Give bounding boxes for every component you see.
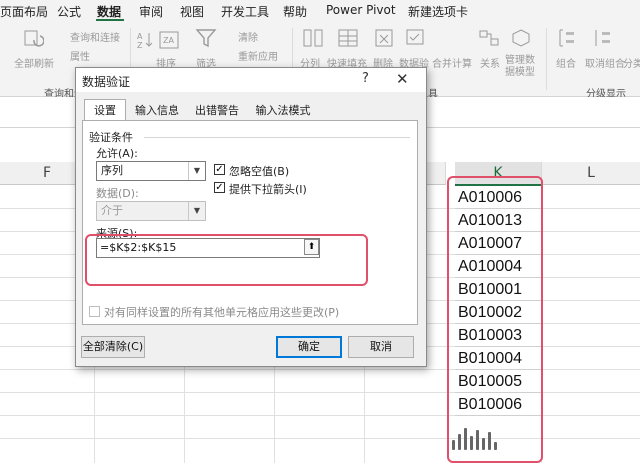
- tab-formulas[interactable]: 公式: [57, 3, 81, 20]
- svg-text:Z: Z: [137, 41, 143, 50]
- active-tab-indicator: [96, 19, 124, 21]
- data-validation-icon[interactable]: [405, 28, 427, 48]
- tab-input-message[interactable]: 输入信息: [127, 99, 187, 120]
- queries-connections-label[interactable]: 查询和连接: [70, 29, 120, 44]
- subtotal-label[interactable]: 分类汇: [623, 55, 640, 70]
- tab-data[interactable]: 数据: [97, 3, 121, 20]
- ignore-blank-checkbox[interactable]: ✓: [214, 164, 225, 175]
- sort-az-icon[interactable]: AZ: [135, 30, 157, 50]
- column-header-l[interactable]: L: [542, 162, 640, 185]
- svg-text:A: A: [137, 32, 143, 41]
- data-label: 数据(D):: [96, 187, 139, 200]
- help-button[interactable]: ?: [362, 71, 369, 86]
- gridline: [0, 415, 640, 416]
- tab-developer[interactable]: 开发工具: [221, 3, 269, 20]
- ungroup-label[interactable]: 取消组合: [585, 55, 625, 70]
- chevron-down-icon[interactable]: ▼: [188, 202, 205, 220]
- section-divider: [144, 137, 410, 138]
- apply-all-label: 对有同样设置的所有其他单元格应用这些更改(P): [104, 306, 340, 319]
- tab-review[interactable]: 审阅: [139, 3, 163, 20]
- clear-label[interactable]: 清除: [238, 29, 258, 44]
- highlight-box-source: [85, 234, 368, 286]
- data-model-label[interactable]: 管理数据模型: [505, 55, 541, 79]
- sort-icon[interactable]: ZA: [158, 30, 180, 50]
- ungroup-icon[interactable]: [592, 28, 614, 48]
- divider: [546, 28, 547, 90]
- ok-button[interactable]: 确定: [276, 336, 342, 358]
- relationships-icon[interactable]: [478, 28, 500, 48]
- ignore-blank-label: 忽略空值(B): [229, 165, 290, 178]
- close-button[interactable]: ✕: [396, 70, 409, 88]
- reapply-label[interactable]: 重新应用: [238, 48, 278, 63]
- tab-error-alert[interactable]: 出错警告: [187, 99, 247, 120]
- tab-power-pivot[interactable]: Power Pivot: [326, 3, 396, 17]
- ribbon-tab-bar: 页面布局 公式 数据 审阅 视图 开发工具 帮助 Power Pivot 新建选…: [0, 0, 640, 22]
- flash-fill-icon[interactable]: [337, 28, 359, 48]
- tab-ime-mode[interactable]: 输入法模式: [247, 99, 319, 120]
- dialog-title: 数据验证: [82, 75, 131, 89]
- allow-select[interactable]: 序列 ▼: [96, 161, 206, 181]
- tab-view[interactable]: 视图: [180, 3, 204, 20]
- gridline: [0, 369, 640, 370]
- dropdown-checkbox[interactable]: ✓: [214, 182, 225, 193]
- apply-all-checkbox[interactable]: [89, 306, 100, 317]
- allow-label: 允许(A):: [96, 147, 138, 160]
- relationships-label[interactable]: 关系: [480, 55, 500, 70]
- consolidate-label[interactable]: 合并计算: [432, 55, 472, 70]
- refresh-all-icon[interactable]: [22, 28, 44, 48]
- tab-settings[interactable]: 设置: [84, 99, 126, 121]
- svg-text:ZA: ZA: [163, 36, 174, 45]
- remove-duplicates-icon[interactable]: [373, 28, 395, 48]
- chevron-down-icon[interactable]: ▼: [188, 162, 205, 180]
- gridline: [0, 392, 640, 393]
- dropdown-label: 提供下拉箭头(I): [229, 183, 307, 196]
- group-label[interactable]: 组合: [556, 55, 576, 70]
- refresh-all-label[interactable]: 全部刷新: [14, 55, 54, 70]
- data-model-icon[interactable]: [510, 28, 532, 48]
- tab-help[interactable]: 帮助: [283, 3, 307, 20]
- data-select[interactable]: 介于 ▼: [96, 201, 206, 221]
- clear-all-button[interactable]: 全部清除(C): [81, 336, 145, 358]
- tab-new[interactable]: 新建选项卡: [408, 3, 468, 20]
- validation-criteria-heading: 验证条件: [89, 131, 133, 144]
- properties-label[interactable]: 属性: [70, 48, 90, 63]
- group-icon[interactable]: [556, 28, 578, 48]
- text-to-columns-icon[interactable]: [302, 28, 324, 48]
- tab-page-layout[interactable]: 页面布局: [0, 3, 48, 20]
- data-validation-dialog: 数据验证 ? ✕ 设置 输入信息 出错警告 输入法模式 验证条件 允许(A): …: [75, 67, 427, 367]
- cancel-button[interactable]: 取消: [348, 336, 414, 358]
- dialog-titlebar[interactable]: 数据验证 ? ✕: [76, 68, 426, 92]
- allow-value: 序列: [101, 164, 123, 177]
- filter-icon[interactable]: [195, 28, 217, 48]
- data-value: 介于: [101, 204, 123, 217]
- watermark-logo: [446, 422, 636, 456]
- highlight-box-k-column: [447, 176, 543, 463]
